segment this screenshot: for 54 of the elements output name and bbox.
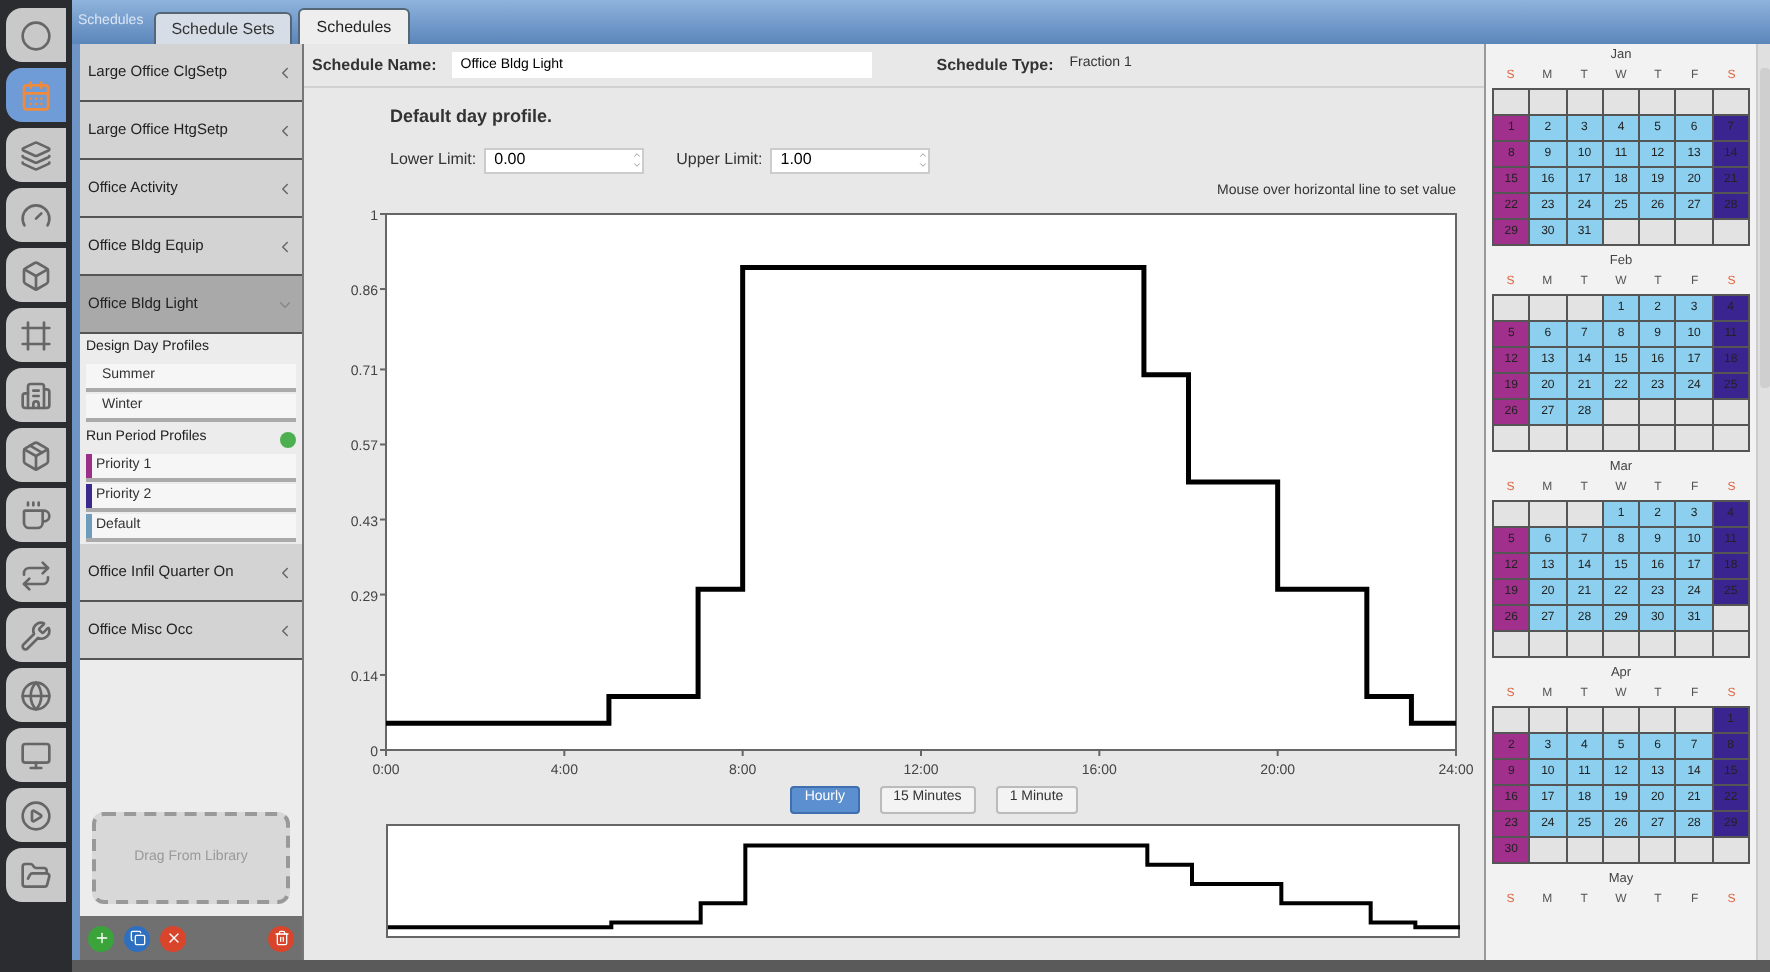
cup-icon — [20, 499, 52, 531]
nav-tab[interactable] — [6, 848, 66, 902]
expand-icon — [276, 179, 294, 197]
frame-icon — [20, 319, 52, 351]
copy-button[interactable] — [124, 925, 150, 951]
nav-tab[interactable] — [6, 8, 66, 62]
expand-icon — [276, 63, 294, 81]
nav-tab[interactable] — [6, 128, 66, 182]
monitor-icon — [20, 739, 52, 771]
limit-field[interactable]: 1.00 — [770, 147, 931, 173]
trash-icon — [273, 930, 289, 946]
tab[interactable]: Schedule Sets — [153, 12, 293, 44]
layers-icon — [20, 139, 52, 171]
x-icon — [165, 930, 181, 946]
nav-tab[interactable] — [6, 248, 66, 302]
loop-icon — [20, 559, 52, 591]
wrench-icon — [20, 619, 52, 651]
limit-label: Lower Limit: — [390, 148, 477, 172]
field-label: Schedule Type: — [936, 53, 1054, 77]
add-button[interactable] — [88, 925, 114, 951]
play-icon — [20, 799, 52, 831]
box-icon — [20, 259, 52, 291]
plus-icon — [93, 930, 109, 946]
remove-button[interactable] — [160, 925, 186, 951]
nav-tab[interactable] — [6, 308, 66, 362]
folder-icon — [20, 859, 52, 891]
nav-tab[interactable] — [6, 68, 66, 122]
nav-tab[interactable] — [6, 548, 66, 602]
nav-tab[interactable] — [6, 668, 66, 722]
nav-tab[interactable] — [6, 728, 66, 782]
nav-tab[interactable] — [6, 428, 66, 482]
expand-icon — [276, 121, 294, 139]
profile-title: Default day profile. — [390, 104, 555, 130]
expand-icon — [276, 621, 294, 639]
trash-button[interactable] — [268, 925, 294, 951]
building-icon — [20, 379, 52, 411]
limit-field[interactable]: 0.00 — [484, 147, 645, 173]
circle-icon — [20, 19, 52, 51]
globe-icon — [20, 679, 52, 711]
field-label: Schedule Name: — [312, 53, 437, 77]
calendar-icon — [20, 79, 52, 111]
expand-icon — [276, 563, 294, 581]
limit-label: Upper Limit: — [676, 148, 763, 172]
nav-tab[interactable] — [6, 188, 66, 242]
nav-tab[interactable] — [6, 608, 66, 662]
copy-icon — [129, 930, 145, 946]
expand-icon — [276, 237, 294, 255]
tab[interactable]: Schedules — [298, 8, 410, 44]
nav-tab[interactable] — [6, 488, 66, 542]
nav-tab[interactable] — [6, 368, 66, 422]
package-icon — [20, 439, 52, 471]
scrollbar[interactable] — [1756, 44, 1770, 960]
nav-tab[interactable] — [6, 788, 66, 842]
gauge-icon — [20, 199, 52, 231]
